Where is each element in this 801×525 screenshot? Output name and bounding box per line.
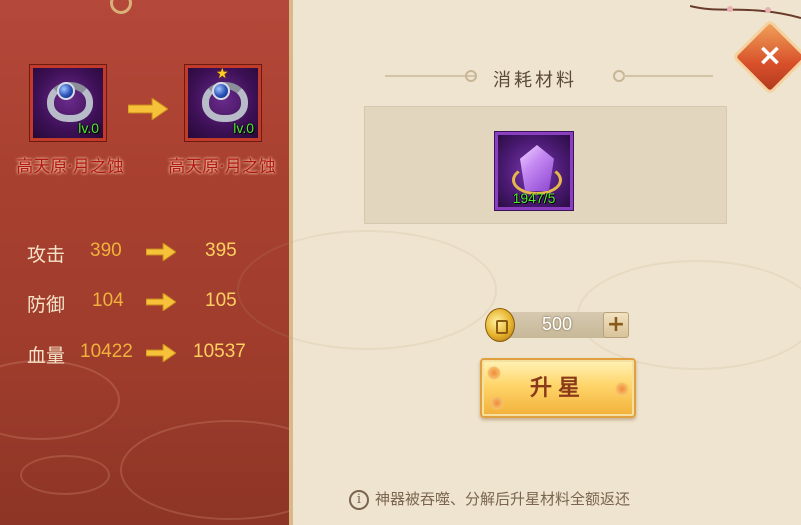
stat-arrow-icon: [146, 293, 176, 311]
purple-crystal-icon: [520, 145, 554, 191]
material-slot[interactable]: 1947/5: [494, 131, 574, 211]
add-coin-button[interactable]: +: [603, 312, 629, 338]
upgrade-button-label: 升星: [529, 375, 586, 401]
stat-hp-next: 10537: [193, 341, 246, 362]
next-artifact-name: 高天原·月之蚀: [168, 157, 276, 177]
cost-amount: 500: [541, 314, 573, 334]
blue-gem-icon: [57, 82, 75, 100]
knot-icon: [465, 70, 477, 82]
plum-branch-decoration: [690, 5, 801, 19]
stat-arrow-icon: [146, 344, 176, 362]
cloud-decoration: [120, 420, 289, 520]
notice-text: 神器被吞噬、分解后升星材料全额返还: [375, 490, 631, 508]
flower-decoration: [490, 396, 504, 410]
hanging-ring-decoration: [110, 0, 132, 14]
cloud-decoration: [0, 360, 120, 440]
next-artifact-level: lv.0: [233, 120, 254, 136]
material-count: 1947/5: [512, 190, 556, 206]
material-panel: 消耗材料 1947/5 500 + 升星 i 神器被吞噬、分解后升星材料全额返还: [237, 0, 801, 525]
stat-defense-current: 104: [92, 290, 124, 311]
cloud-decoration: [20, 455, 110, 495]
current-artifact-slot[interactable]: lv.0: [29, 64, 107, 142]
info-icon: i: [349, 490, 369, 510]
current-artifact-name: 高天原·月之蚀: [16, 157, 124, 177]
flower-decoration: [615, 382, 629, 396]
star-icon: ★: [216, 66, 229, 82]
notice-text-row: i 神器被吞噬、分解后升星材料全额返还: [349, 488, 749, 510]
title-divider-left: [385, 75, 475, 77]
stat-defense-next: 105: [205, 290, 237, 311]
blue-gem-icon: [212, 82, 230, 100]
stat-attack-next: 395: [205, 240, 237, 261]
stat-attack-current: 390: [90, 240, 122, 261]
cloud-decoration: [237, 230, 497, 350]
upgrade-preview-panel: lv.0 高天原·月之蚀 ★ lv.0 高天原·月之蚀 攻击 390 395 防…: [0, 0, 293, 525]
upgrade-arrow-icon: [128, 98, 168, 120]
current-artifact-level: lv.0: [78, 120, 99, 136]
section-title: 消耗材料: [493, 70, 577, 91]
close-icon[interactable]: ×: [752, 38, 788, 74]
stat-arrow-icon: [146, 243, 176, 261]
flower-decoration: [487, 366, 501, 380]
gold-coin-icon: [485, 308, 515, 342]
stat-label-hp: 血量: [27, 345, 66, 367]
material-area: 1947/5: [364, 106, 727, 224]
stat-label-attack: 攻击: [27, 244, 66, 266]
upgrade-star-button[interactable]: 升星: [480, 358, 636, 418]
stat-label-defense: 防御: [27, 294, 66, 316]
title-divider-right: [623, 75, 713, 77]
next-artifact-slot[interactable]: ★ lv.0: [184, 64, 262, 142]
stat-hp-current: 10422: [80, 341, 133, 362]
